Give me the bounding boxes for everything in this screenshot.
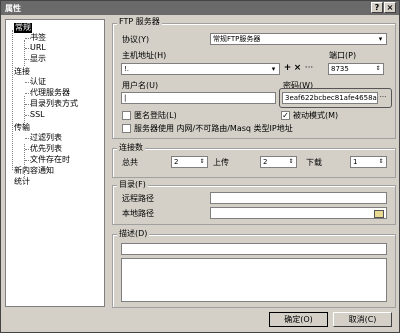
download-input[interactable]: 1 ⇕ bbox=[350, 156, 387, 168]
tree-item-file-exists[interactable]: 文件存在时 bbox=[30, 155, 70, 165]
port-value: 8735 bbox=[331, 65, 349, 73]
remote-path-input[interactable] bbox=[210, 192, 387, 204]
download-label: 下载 bbox=[306, 158, 322, 167]
tree-item-proxy[interactable]: 代理服务器 bbox=[30, 88, 70, 98]
password-more-button[interactable]: ··· bbox=[378, 92, 388, 102]
protocol-label: 协议(Y) bbox=[122, 35, 150, 44]
upload-value: 2 bbox=[263, 158, 268, 166]
directory-group bbox=[112, 185, 396, 225]
local-path-input[interactable] bbox=[210, 207, 387, 219]
passive-mode-checkbox[interactable]: ✓ bbox=[281, 111, 290, 120]
upload-label: 上传 bbox=[213, 158, 229, 167]
host-label: 主机地址(H) bbox=[122, 51, 167, 60]
close-button[interactable]: × bbox=[384, 2, 396, 13]
title-bar: 属性 ? × bbox=[1, 1, 399, 15]
protocol-value: 常规FTP服务器 bbox=[213, 35, 261, 43]
tree-item-auth[interactable]: 认证 bbox=[30, 77, 46, 87]
port-label: 端口(P) bbox=[329, 51, 357, 60]
tree-item-filter-list[interactable]: 过滤列表 bbox=[30, 133, 62, 143]
tree-item-connection[interactable]: 连接 bbox=[14, 67, 30, 77]
username-value: | bbox=[124, 94, 127, 102]
upload-input[interactable]: 2 ⇕ bbox=[260, 156, 297, 168]
anonymous-checkbox[interactable] bbox=[122, 111, 131, 120]
host-input[interactable]: !. ▾ bbox=[121, 63, 280, 75]
spinner-icon: ⇕ bbox=[378, 158, 384, 165]
local-path-label: 本地路径 bbox=[122, 209, 154, 218]
tree-item-general[interactable]: 常规 bbox=[14, 23, 32, 33]
directory-group-title: 目录(F) bbox=[117, 180, 148, 190]
tree-item-transfer[interactable]: 传输 bbox=[14, 123, 30, 133]
username-label: 用户名(U) bbox=[122, 81, 159, 90]
password-value: 3eaf622bcbec81afe4658a06 bbox=[285, 94, 378, 102]
help-button[interactable]: ? bbox=[371, 2, 383, 13]
spinner-icon: ⇕ bbox=[375, 65, 381, 72]
description-textarea[interactable] bbox=[121, 258, 387, 302]
host-value: !. bbox=[124, 65, 130, 73]
tree-item-display[interactable]: 显示 bbox=[30, 54, 46, 64]
chevron-down-icon: ▾ bbox=[378, 35, 383, 43]
total-label: 总共 bbox=[122, 158, 138, 167]
description-group-title: 描述(D) bbox=[117, 229, 150, 239]
tree-item-bookmark[interactable]: 书签 bbox=[30, 33, 46, 43]
download-value: 1 bbox=[353, 158, 358, 166]
total-value: 2 bbox=[174, 158, 179, 166]
tree-item-ssl[interactable]: SSL bbox=[30, 110, 45, 120]
total-input[interactable]: 2 ⇕ bbox=[171, 156, 208, 168]
private-ip-checkbox[interactable] bbox=[122, 124, 131, 133]
spinner-icon: ⇕ bbox=[288, 158, 294, 165]
tree-item-url[interactable]: URL bbox=[30, 43, 46, 53]
remove-host-button[interactable]: × bbox=[293, 63, 302, 73]
tree-item-stats[interactable]: 统计 bbox=[14, 177, 30, 187]
tree-item-dir-list[interactable]: 目录列表方式 bbox=[30, 99, 78, 109]
window-title: 属性 bbox=[5, 4, 21, 13]
passive-mode-label: 被动模式(M) bbox=[293, 111, 339, 120]
protocol-select[interactable]: 常规FTP服务器 ▾ bbox=[210, 33, 387, 45]
description-title-input[interactable] bbox=[121, 243, 387, 255]
anonymous-label: 匿名登陆(L) bbox=[134, 111, 177, 120]
password-input[interactable]: 3eaf622bcbec81afe4658a06 bbox=[282, 92, 378, 104]
private-ip-label: 服务器使用 内网/不可路由/Masq 类型IP地址 bbox=[134, 124, 293, 133]
connections-group-title: 连接数 bbox=[117, 143, 145, 153]
username-input[interactable]: | bbox=[121, 92, 276, 104]
port-input[interactable]: 8735 ⇕ bbox=[328, 63, 384, 75]
properties-window: 属性 ? × 常规 书签 URL 显示 连接 认证 代理服务器 目录列表方式 S… bbox=[0, 0, 400, 333]
folder-icon[interactable] bbox=[374, 210, 384, 218]
spinner-icon: ⇕ bbox=[199, 158, 205, 165]
add-host-button[interactable]: + bbox=[283, 63, 292, 73]
chevron-down-icon: ▾ bbox=[271, 65, 276, 73]
cancel-button[interactable]: 取消(C) bbox=[333, 312, 392, 327]
tree-item-priority-list[interactable]: 优先列表 bbox=[30, 144, 62, 154]
host-more-button[interactable]: ··· bbox=[303, 63, 315, 73]
tree-item-new-content[interactable]: 新内容通知 bbox=[14, 166, 54, 176]
ftp-group-title: FTP 服务器 bbox=[117, 17, 162, 27]
ok-button[interactable]: 确定(O) bbox=[269, 312, 328, 327]
settings-tree: 常规 书签 URL 显示 连接 认证 代理服务器 目录列表方式 SSL 传输 过… bbox=[5, 19, 105, 307]
remote-path-label: 远程路径 bbox=[122, 194, 154, 203]
